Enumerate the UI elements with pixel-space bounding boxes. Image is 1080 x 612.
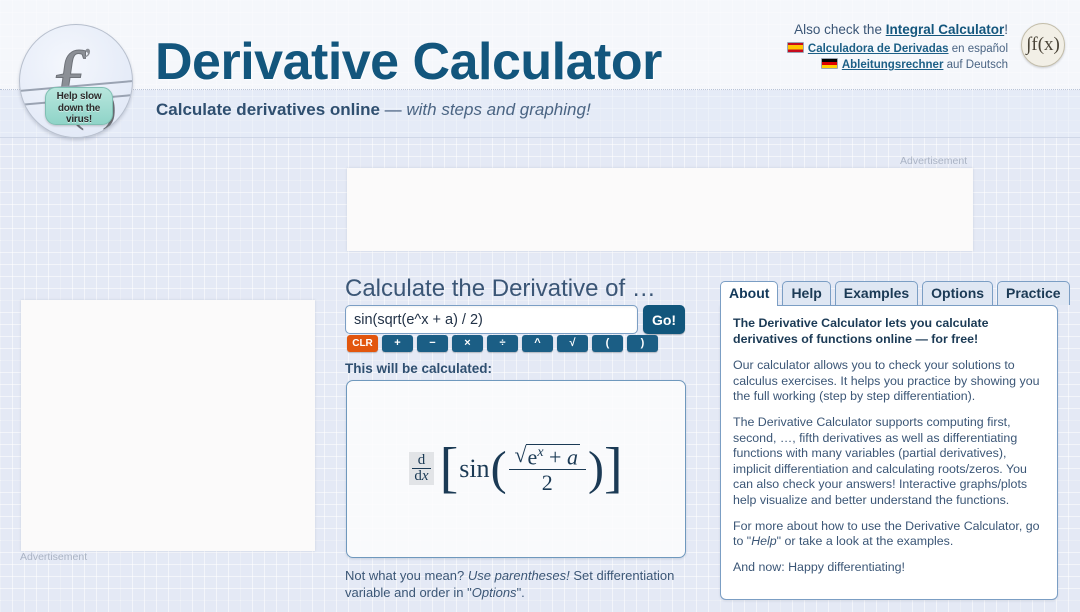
- tab-practice[interactable]: Practice: [997, 281, 1070, 305]
- tab-help[interactable]: Help: [782, 281, 831, 305]
- calculator-heading: Calculate the Derivative of …: [345, 275, 656, 302]
- about-p3-italic: Help: [751, 534, 777, 549]
- go-button[interactable]: Go!: [643, 305, 685, 334]
- mask-line-1: Help slow: [56, 91, 102, 102]
- calculator-keypad: CLR + − × ÷ ^ √ ( ): [347, 335, 658, 352]
- formula-preview-box: d dx [ sin ( ex + a 2 ) ]: [346, 380, 686, 558]
- square-root-icon: ex + a: [515, 443, 580, 470]
- germany-flag-icon: [820, 58, 838, 69]
- about-paragraph-3: For more about how to use the Derivative…: [733, 519, 1045, 550]
- hint-italic-1: Use parentheses!: [467, 568, 570, 583]
- hint-text-3: ".: [516, 585, 525, 600]
- key-paren-close[interactable]: ): [627, 335, 658, 352]
- paren-close: ): [587, 442, 604, 496]
- function-input-row: Go!: [345, 305, 685, 334]
- tagline-italic: with steps and graphing!: [406, 100, 591, 119]
- spanish-suffix: en español: [948, 43, 1008, 55]
- also-check-line: Also check the Integral Calculator!: [794, 22, 1008, 37]
- also-check-suffix: !: [1004, 22, 1008, 37]
- rendered-formula: d dx [ sin ( ex + a 2 ) ]: [409, 437, 623, 500]
- spain-flag-icon: [786, 42, 804, 53]
- advertisement-slot-left: [21, 300, 315, 551]
- german-site-link[interactable]: Ableitungsrechner: [842, 59, 944, 71]
- bracket-open: [: [439, 437, 459, 500]
- parentheses-hint: Not what you mean? Use parentheses! Set …: [345, 567, 690, 601]
- integral-calculator-link[interactable]: Integral Calculator: [886, 22, 1005, 37]
- function-input[interactable]: [345, 305, 638, 334]
- integral-calculator-icon[interactable]: ∫f(x): [1021, 23, 1065, 67]
- tagline-dash: —: [379, 100, 407, 119]
- language-row-german: Ableitungsrechner auf Deutsch: [820, 58, 1008, 71]
- spanish-site-link[interactable]: Calculadora de Derivadas: [808, 43, 949, 55]
- key-clear[interactable]: CLR: [347, 335, 378, 352]
- bracket-close: ]: [603, 437, 623, 500]
- about-paragraph-4: And now: Happy differentiating!: [733, 559, 905, 574]
- operator-numerator: d: [417, 452, 426, 469]
- site-logo[interactable]: ƒ ’ ( ) Help slow down the virus!: [19, 24, 133, 138]
- key-paren-open[interactable]: (: [592, 335, 623, 352]
- german-suffix: auf Deutsch: [943, 59, 1008, 71]
- page-title: Derivative Calculator: [155, 33, 662, 91]
- operator-denominator: dx: [412, 468, 431, 485]
- will-be-calculated-label: This will be calculated:: [345, 361, 493, 376]
- info-tab-bar: About Help Examples Options Practice: [720, 281, 1070, 306]
- tab-options[interactable]: Options: [922, 281, 994, 305]
- about-panel: The Derivative Calculator lets you calcu…: [720, 305, 1058, 600]
- formula-function-name: sin: [459, 453, 490, 483]
- mask-line-2: down the: [57, 102, 101, 114]
- advertisement-slot-top: [347, 168, 973, 251]
- fraction-numerator: ex + a: [509, 443, 586, 470]
- about-paragraph-1: Our calculator allows you to check your …: [733, 358, 1040, 404]
- fraction-denominator: 2: [508, 469, 586, 494]
- about-lead: The Derivative Calculator lets you calcu…: [733, 316, 989, 346]
- about-p3-text-2: " or take a look at the examples.: [776, 534, 954, 549]
- derivative-operator: d dx: [409, 452, 434, 486]
- key-divide[interactable]: ÷: [487, 335, 518, 352]
- key-minus[interactable]: −: [417, 335, 448, 352]
- advertisement-label-left: Advertisement: [20, 551, 88, 563]
- mask-line-3: virus!: [65, 114, 93, 125]
- integral-icon-label: ∫f(x): [1026, 34, 1060, 55]
- key-plus[interactable]: +: [382, 335, 413, 352]
- key-power[interactable]: ^: [522, 335, 553, 352]
- formula-fraction: ex + a 2: [508, 443, 586, 494]
- page-tagline: Calculate derivatives online — with step…: [156, 100, 591, 120]
- key-sqrt[interactable]: √: [557, 335, 588, 352]
- hint-italic-2: Options: [471, 585, 517, 600]
- tab-examples[interactable]: Examples: [834, 281, 919, 305]
- about-paragraph-2: The Derivative Calculator supports compu…: [733, 414, 1028, 507]
- paren-open: (: [490, 442, 507, 496]
- language-row-spanish: Calculadora de Derivadas en español: [786, 42, 1008, 55]
- also-check-prefix: Also check the: [794, 22, 886, 37]
- tab-about[interactable]: About: [720, 281, 779, 306]
- advertisement-label-top: Advertisement: [900, 155, 968, 167]
- svg-text:’: ’: [82, 42, 93, 79]
- radicand: ex + a: [525, 443, 580, 470]
- key-multiply[interactable]: ×: [452, 335, 483, 352]
- hint-text-1: Not what you mean?: [345, 568, 468, 583]
- tagline-bold: Calculate derivatives online: [156, 100, 380, 119]
- face-mask-badge: Help slow down the virus!: [45, 87, 113, 125]
